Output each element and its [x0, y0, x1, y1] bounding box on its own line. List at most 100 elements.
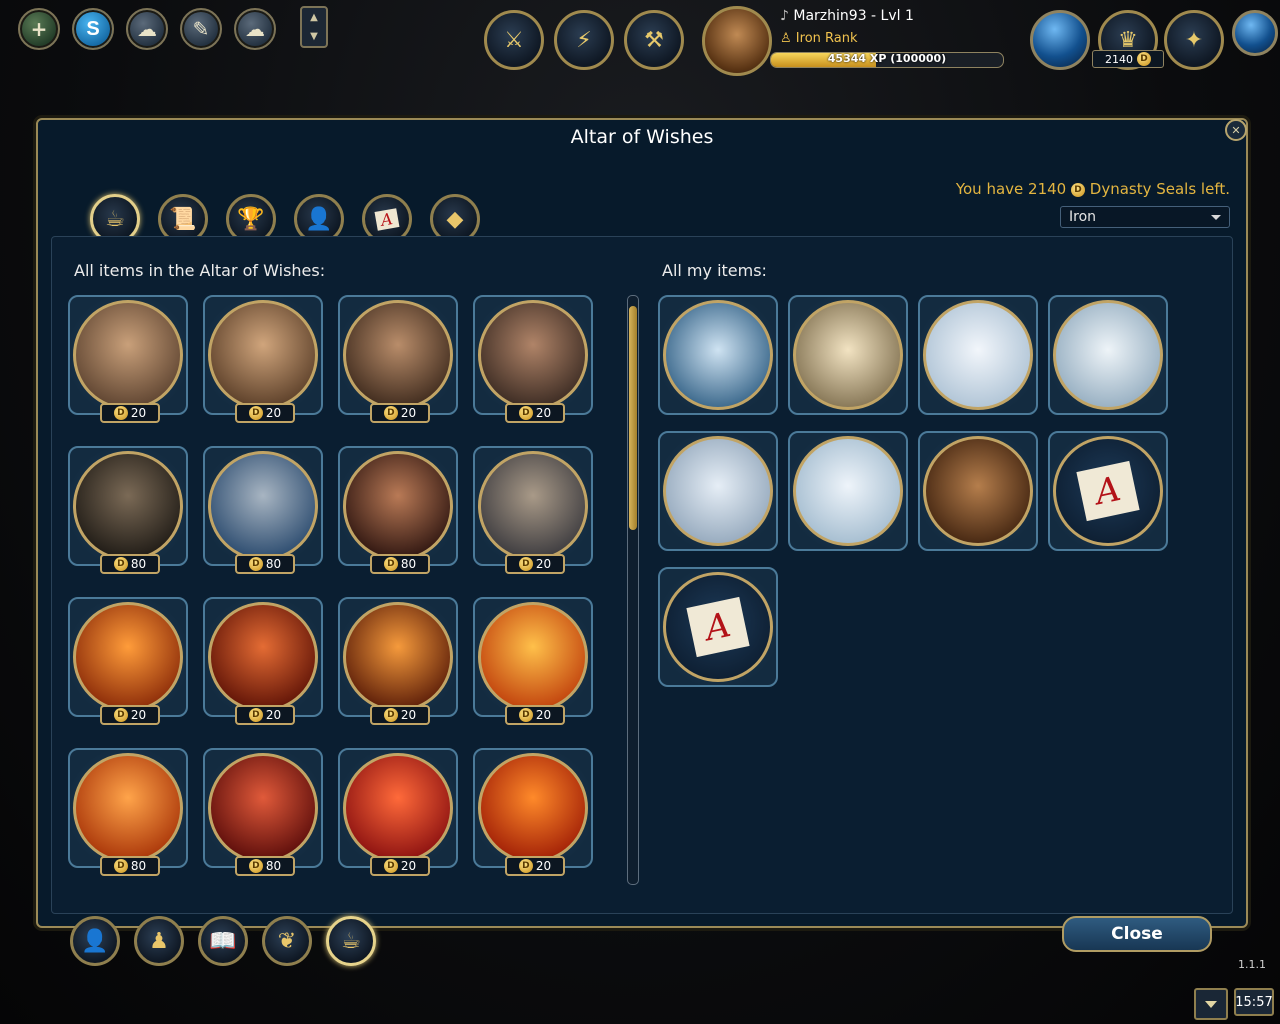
item-price-badge: D 80 — [235, 554, 295, 574]
spiral-star-icon — [923, 300, 1033, 410]
altar-item-slot[interactable]: D 20 — [203, 295, 323, 423]
battle-button[interactable]: ⚒ — [624, 10, 684, 70]
altar-item-slot[interactable]: D 20 — [473, 597, 593, 725]
altar-item-slot[interactable]: D 20 — [203, 597, 323, 725]
item-price-badge: D 20 — [505, 856, 565, 876]
altar-item-slot[interactable]: D 20 — [338, 295, 458, 423]
item-price: 20 — [400, 708, 417, 722]
world-map-globe-icon[interactable] — [1030, 10, 1090, 70]
add-friend-button[interactable]: + — [18, 8, 60, 50]
skills-button[interactable]: ⚡ — [554, 10, 614, 70]
altar-item-slot[interactable]: D 80 — [203, 748, 323, 876]
misc-icon: ◆ — [446, 206, 464, 232]
item-price-badge: D 80 — [100, 856, 160, 876]
item-price-badge: D 20 — [505, 705, 565, 725]
item-price-badge: D 20 — [235, 705, 295, 725]
item-price-badge: D 20 — [370, 856, 430, 876]
dynasty-seal-icon: D — [1137, 52, 1151, 66]
chat-icon: ☁ — [137, 17, 157, 41]
helmet-icon: ⚔ — [504, 27, 524, 53]
spike-ball-icon — [1053, 300, 1163, 410]
dynasty-seal-icon: D — [248, 708, 263, 722]
items-panel: All items in the Altar of Wishes: All my… — [51, 236, 1233, 914]
social-toolbar: + S ☁ ✎ ☁ — [18, 8, 276, 50]
item-price-badge: D 20 — [370, 705, 430, 725]
menu-dropdown-button[interactable] — [1194, 988, 1228, 1020]
item-portrait — [343, 602, 453, 712]
altar-item-slot[interactable]: D 20 — [473, 748, 593, 876]
item-price: 20 — [400, 859, 417, 873]
dynasty-seal-icon: D — [248, 557, 263, 571]
chevron-down-icon — [1211, 215, 1221, 220]
window-close-x-button[interactable]: ✕ — [1225, 119, 1247, 141]
seals-prefix: You have 2140 — [955, 180, 1067, 198]
item-portrait — [73, 602, 183, 712]
item-price: 20 — [265, 708, 282, 722]
my-item-slot[interactable] — [658, 295, 778, 415]
item-price: 20 — [130, 708, 147, 722]
bell-shovel-icon — [793, 300, 903, 410]
altar-item-slot[interactable]: D 20 — [68, 295, 188, 423]
scroll-icon: 📜 — [169, 206, 197, 232]
altar-item-slot[interactable]: D 20 — [473, 295, 593, 423]
my-item-slot[interactable]: A — [1048, 431, 1168, 551]
my-item-slot[interactable] — [918, 431, 1038, 551]
altar-item-slot[interactable]: D 20 — [68, 597, 188, 725]
dynasty-seal-icon: D — [248, 406, 263, 420]
my-item-slot[interactable] — [1048, 295, 1168, 415]
dynasty-seal-icon: D — [518, 859, 533, 873]
dynasty-seal-icon: D — [248, 859, 263, 873]
army-setup-button[interactable]: ♟ — [134, 916, 184, 966]
item-portrait — [73, 300, 183, 410]
altar-scrollbar[interactable] — [627, 295, 639, 885]
xp-text: 45344 XP (100000) — [827, 52, 947, 65]
altar-item-slot[interactable]: D 20 — [338, 748, 458, 876]
item-price: 20 — [535, 557, 552, 571]
army-button[interactable]: ⚔ — [484, 10, 544, 70]
altar-icon: ☕ — [105, 206, 125, 232]
lightning-icon: ⚡ — [576, 27, 592, 53]
letter-card-glyph: A — [686, 596, 750, 658]
my-item-slot[interactable] — [788, 431, 908, 551]
my-item-slot[interactable] — [788, 295, 908, 415]
altar-icon: ☕ — [341, 928, 361, 954]
my-item-slot[interactable]: A — [658, 567, 778, 687]
dynasty-seal-icon: D — [383, 557, 398, 571]
item-price: 20 — [535, 406, 552, 420]
skype-button[interactable]: S — [72, 8, 114, 50]
whisper-icon: ✎ — [192, 17, 210, 41]
group-chat-button[interactable]: ☁ — [234, 8, 276, 50]
altar-item-slot[interactable]: D 20 — [473, 446, 593, 574]
my-item-slot[interactable] — [658, 431, 778, 551]
currency-amount: 2140 — [1105, 52, 1133, 66]
gold-coins-icon — [793, 436, 903, 546]
altar-button[interactable]: ☕ — [326, 916, 376, 966]
toolbar-scroll-toggle[interactable]: ▲ ▼ — [300, 6, 328, 48]
achievements-button[interactable]: ❦ — [262, 916, 312, 966]
options-globe-icon[interactable] — [1232, 10, 1278, 56]
altar-item-slot[interactable]: D 20 — [338, 597, 458, 725]
chat-button[interactable]: ☁ — [126, 8, 168, 50]
rank-select[interactable]: Iron — [1060, 206, 1230, 228]
my-item-slot[interactable] — [918, 295, 1038, 415]
units-icon: ♟ — [149, 928, 169, 954]
spellbook-button[interactable]: 📖 — [198, 916, 248, 966]
item-price-badge: D 20 — [505, 554, 565, 574]
item-portrait — [478, 451, 588, 561]
whisper-button[interactable]: ✎ — [180, 8, 222, 50]
player-rank-line: ♙ Iron Rank — [780, 31, 858, 46]
altar-item-slot[interactable]: D 80 — [68, 748, 188, 876]
hero-button[interactable]: 👤 — [70, 916, 120, 966]
player-avatar[interactable] — [702, 6, 772, 76]
altar-item-slot[interactable]: D 80 — [68, 446, 188, 574]
dynasty-seal-icon: D — [113, 708, 128, 722]
close-button[interactable]: Close — [1062, 916, 1212, 952]
item-price-badge: D 80 — [235, 856, 295, 876]
item-portrait — [208, 451, 318, 561]
bottom-nav: 👤 ♟ 📖 ❦ ☕ — [70, 916, 376, 966]
altar-item-slot[interactable]: D 80 — [338, 446, 458, 574]
altar-scrollbar-thumb[interactable] — [629, 306, 637, 530]
altar-item-slot[interactable]: D 80 — [203, 446, 323, 574]
item-price: 20 — [400, 406, 417, 420]
download-button[interactable]: ✦ — [1164, 10, 1224, 70]
